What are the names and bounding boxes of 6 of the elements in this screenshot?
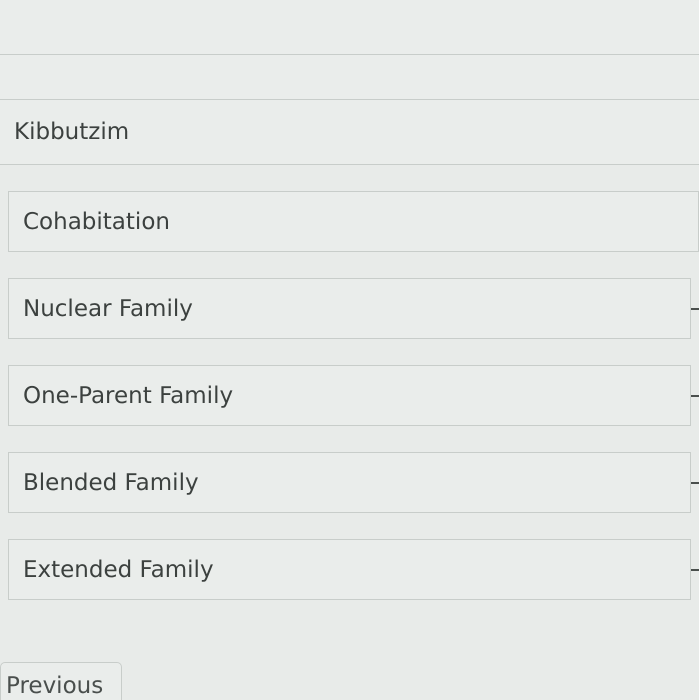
previous-button[interactable]: Previous bbox=[0, 662, 122, 700]
answer-option[interactable]: Nuclear Family bbox=[8, 278, 691, 339]
answer-option[interactable]: Blended Family bbox=[8, 452, 691, 513]
answer-option[interactable]: Extended Family bbox=[8, 539, 691, 600]
answer-option[interactable]: One-Parent Family bbox=[8, 365, 691, 426]
answer-option[interactable]: Cohabitation bbox=[8, 191, 699, 252]
